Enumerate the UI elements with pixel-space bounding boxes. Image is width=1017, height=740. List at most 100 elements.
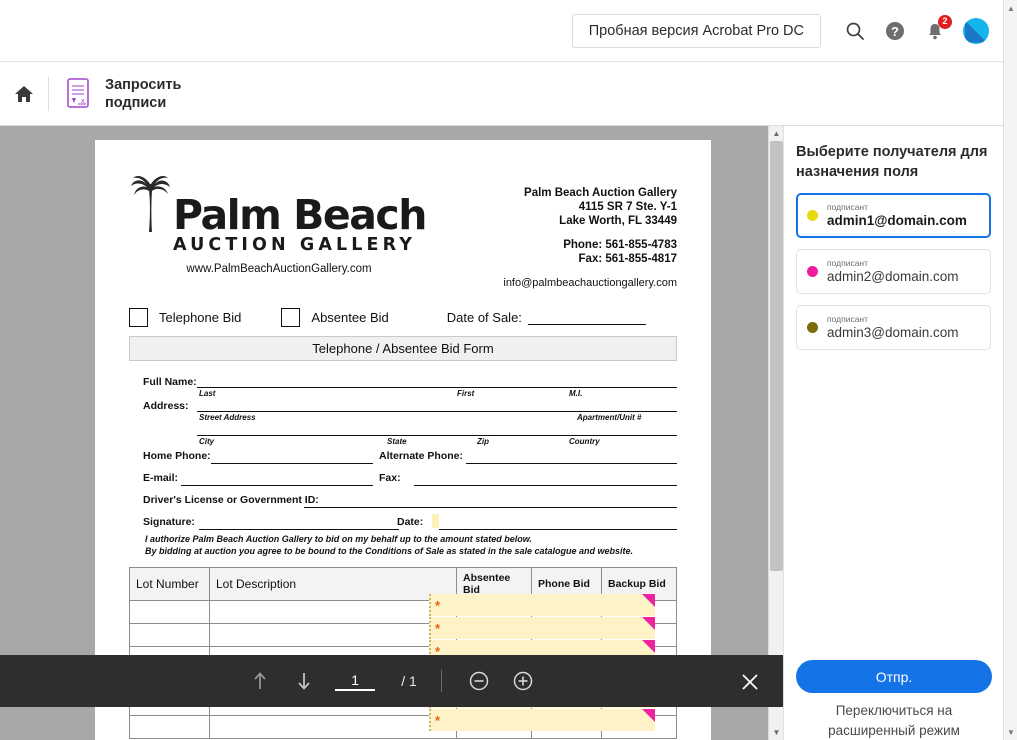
- notification-count-badge: 2: [938, 14, 952, 29]
- pdf-page: Palm Beach AUCTION GALLERY www.PalmBeach…: [95, 140, 711, 740]
- absentee-bid-checkbox[interactable]: [281, 308, 301, 327]
- document-scrollbar[interactable]: ▲ ▼: [768, 126, 783, 740]
- full-name-label: Full Name:: [143, 376, 197, 388]
- send-button[interactable]: Отпр.: [796, 660, 992, 693]
- cell-lot-description[interactable]: [209, 715, 457, 739]
- contact-spacer-2: [503, 266, 677, 276]
- logo-text-block: Palm Beach: [173, 195, 427, 236]
- date-input[interactable]: [439, 529, 677, 530]
- recipient-email-2: admin2@domain.com: [827, 269, 959, 284]
- alternate-phone-input[interactable]: [466, 463, 677, 464]
- recipient-sidebar: Выберите получателя для назначения поля …: [783, 126, 1003, 740]
- date-field-marker[interactable]: [432, 514, 439, 528]
- street-address-input[interactable]: [197, 411, 677, 412]
- required-asterisk-icon: *: [435, 712, 441, 728]
- required-asterisk-icon: *: [435, 620, 441, 636]
- date-label: Date:: [397, 516, 424, 528]
- cell-lot-number[interactable]: [129, 623, 210, 647]
- page-number-input[interactable]: 1: [335, 672, 376, 691]
- field-corner-marker: [642, 594, 655, 607]
- pdf-content: Palm Beach AUCTION GALLERY www.PalmBeach…: [95, 140, 711, 739]
- acrobat-sign-window: Пробная версия Acrobat Pro DC ? 2 x Запр…: [0, 0, 1017, 740]
- logo-main-row: Palm Beach: [129, 168, 429, 236]
- address-row: Address: Street Address Apartment/Unit #: [129, 398, 677, 422]
- assigned-field-bid-6[interactable]: *: [429, 709, 655, 731]
- document-header: Palm Beach AUCTION GALLERY www.PalmBeach…: [129, 168, 677, 290]
- company-fax: Fax: 561-855-4817: [578, 253, 677, 265]
- bid-type-row: Telephone Bid Absentee Bid Date of Sale:: [129, 308, 677, 327]
- home-icon[interactable]: [8, 78, 40, 110]
- recipient-text-1: подписант admin1@domain.com: [827, 202, 967, 229]
- fax-label: Fax:: [379, 472, 401, 484]
- caption-city: City: [199, 437, 215, 446]
- applicant-fields: Full Name: Last First M.I. Address: Stre…: [129, 374, 677, 534]
- signature-input[interactable]: [199, 529, 399, 530]
- license-label: Driver's License or Government ID:: [143, 494, 319, 506]
- assigned-field-bid-2[interactable]: *: [429, 617, 655, 639]
- address-label: Address:: [143, 400, 189, 412]
- close-icon[interactable]: [737, 669, 763, 695]
- full-name-row: Full Name: Last First M.I.: [129, 374, 677, 398]
- notifications-bell-icon[interactable]: 2: [923, 14, 952, 43]
- recipient-text-2: подписант admin2@domain.com: [827, 258, 959, 285]
- company-email: info@palmbeachauctiongallery.com: [503, 277, 677, 289]
- phone-row: Home Phone: Alternate Phone:: [129, 446, 677, 468]
- page-title-line2: подписи: [105, 94, 167, 111]
- palm-tree-icon: [131, 176, 170, 232]
- caption-street: Street Address: [199, 413, 256, 422]
- help-icon[interactable]: ?: [883, 19, 907, 43]
- caption-mi: M.I.: [569, 389, 583, 398]
- email-input[interactable]: [181, 485, 373, 486]
- fax-input[interactable]: [414, 485, 677, 486]
- date-of-sale-input[interactable]: [527, 311, 646, 325]
- switch-to-advanced-mode-link[interactable]: Переключиться на расширенный режим: [796, 701, 992, 740]
- page-title-line1: Запросить: [105, 76, 182, 93]
- alternate-phone-label: Alternate Phone:: [379, 450, 464, 462]
- sidebar-item-recipient-2[interactable]: подписант admin2@domain.com: [796, 249, 991, 294]
- window-scroll-down-icon[interactable]: ▼: [1004, 724, 1017, 740]
- cell-lot-description[interactable]: [209, 600, 457, 624]
- home-phone-input[interactable]: [211, 463, 373, 464]
- page-total-label: / 1: [401, 673, 417, 689]
- telephone-bid-checkbox[interactable]: [129, 308, 148, 327]
- request-signature-icon: x: [63, 77, 93, 111]
- svg-text:?: ?: [891, 24, 899, 39]
- arrow-up-icon[interactable]: [247, 668, 273, 694]
- cell-lot-number[interactable]: [129, 600, 210, 624]
- recipient-email-3: admin3@domain.com: [827, 325, 959, 340]
- user-avatar[interactable]: [963, 17, 989, 44]
- window-scrollbar[interactable]: ▲ ▼: [1003, 0, 1017, 740]
- search-icon[interactable]: [843, 19, 867, 43]
- scroll-down-icon[interactable]: ▼: [769, 725, 784, 740]
- recipient-role-3: подписант: [827, 314, 869, 324]
- th-lot-description: Lot Description: [209, 567, 457, 601]
- caption-zip: Zip: [477, 437, 489, 446]
- field-corner-marker: [642, 617, 655, 630]
- absentee-bid-label: Absentee Bid: [311, 310, 389, 325]
- window-scroll-up-icon[interactable]: ▲: [1004, 0, 1017, 16]
- company-phone: Phone: 561-855-4783: [563, 239, 677, 251]
- th-lot-number: Lot Number: [129, 567, 210, 601]
- company-address-2: Lake Worth, FL 33449: [559, 215, 677, 227]
- zoom-in-icon[interactable]: [510, 668, 536, 694]
- scroll-up-icon[interactable]: ▲: [769, 126, 784, 141]
- recipient-color-dot-icon: [807, 322, 818, 333]
- cell-lot-description[interactable]: [209, 623, 457, 647]
- city-state-zip-input[interactable]: [197, 435, 677, 436]
- caption-last: Last: [199, 389, 216, 398]
- logo-subtitle: AUCTION GALLERY: [173, 235, 416, 255]
- caption-apartment: Apartment/Unit #: [577, 413, 642, 422]
- sidebar-item-recipient-1[interactable]: подписант admin1@domain.com: [796, 193, 991, 238]
- assigned-field-bid-1[interactable]: *: [429, 594, 655, 616]
- cell-lot-number[interactable]: [129, 715, 210, 739]
- workflow-header: x Запросить подписи Добавить подписантов…: [0, 62, 1003, 187]
- header-divider: [48, 76, 49, 111]
- full-name-input[interactable]: [197, 387, 677, 388]
- license-input[interactable]: [304, 507, 677, 508]
- arrow-down-icon[interactable]: [291, 668, 317, 694]
- email-label: E-mail:: [143, 472, 179, 484]
- document-viewport[interactable]: Palm Beach AUCTION GALLERY www.PalmBeach…: [0, 126, 768, 740]
- document-scroll-thumb[interactable]: [770, 141, 783, 571]
- sidebar-item-recipient-3[interactable]: подписант admin3@domain.com: [796, 305, 991, 350]
- zoom-out-icon[interactable]: [466, 668, 492, 694]
